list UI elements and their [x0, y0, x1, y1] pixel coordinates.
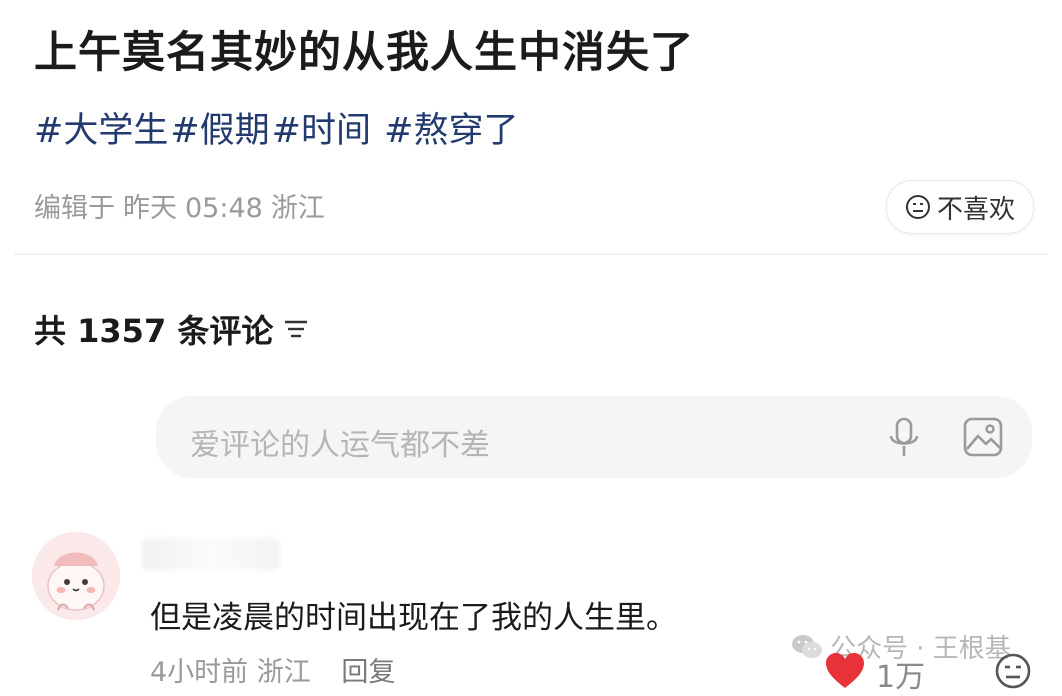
comment-count-label: 共 1357 条评论 — [34, 312, 274, 350]
comment-text: 但是凌晨的时间出现在了我的人生里。 — [150, 600, 677, 636]
comment-location: 浙江 — [256, 657, 311, 688]
edited-label: 编辑于 — [34, 193, 115, 224]
dislike-label: 不喜欢 — [936, 194, 1015, 225]
post-meta: 编辑于 昨天 05:48 浙江 — [34, 186, 333, 225]
post-location: 浙江 — [270, 193, 325, 224]
reply-button[interactable]: 回复 — [341, 657, 395, 688]
tag-all-nighter[interactable]: #熬穿了 — [384, 111, 518, 151]
wechat-icon — [792, 634, 822, 658]
edited-time: 05:48 — [185, 193, 263, 224]
username-blurred[interactable] — [142, 538, 280, 570]
edited-date: 昨天 — [123, 193, 177, 224]
divider — [14, 253, 1048, 255]
tag-time[interactable]: #时间 — [272, 111, 371, 151]
like-count: 1万 — [876, 660, 926, 695]
image-icon[interactable] — [962, 416, 1004, 458]
tag-college-student[interactable]: #大学生 — [34, 111, 168, 151]
comment-meta: 4小时前 浙江 回复 — [150, 650, 395, 689]
meh-face-icon[interactable] — [994, 652, 1032, 690]
microphone-icon[interactable] — [884, 416, 924, 460]
avatar[interactable] — [32, 532, 120, 620]
comment-count: 共 1357 条评论 — [34, 306, 309, 352]
tag-vacation[interactable]: #假期 — [170, 111, 269, 151]
comment-time: 4小时前 — [150, 657, 249, 688]
heart-icon[interactable] — [824, 652, 866, 690]
comment-input-placeholder: 爱评论的人运气都不差 — [190, 428, 490, 463]
dislike-button[interactable]: 不喜欢 — [886, 180, 1034, 234]
meh-face-icon — [905, 195, 930, 219]
sort-icon[interactable] — [283, 318, 309, 340]
avatar-cartoon-icon — [32, 532, 120, 620]
post-title: 上午莫名其妙的从我人生中消失了 — [34, 28, 694, 78]
tag-list: #大学生#假期#时间 #熬穿了 — [34, 102, 520, 153]
